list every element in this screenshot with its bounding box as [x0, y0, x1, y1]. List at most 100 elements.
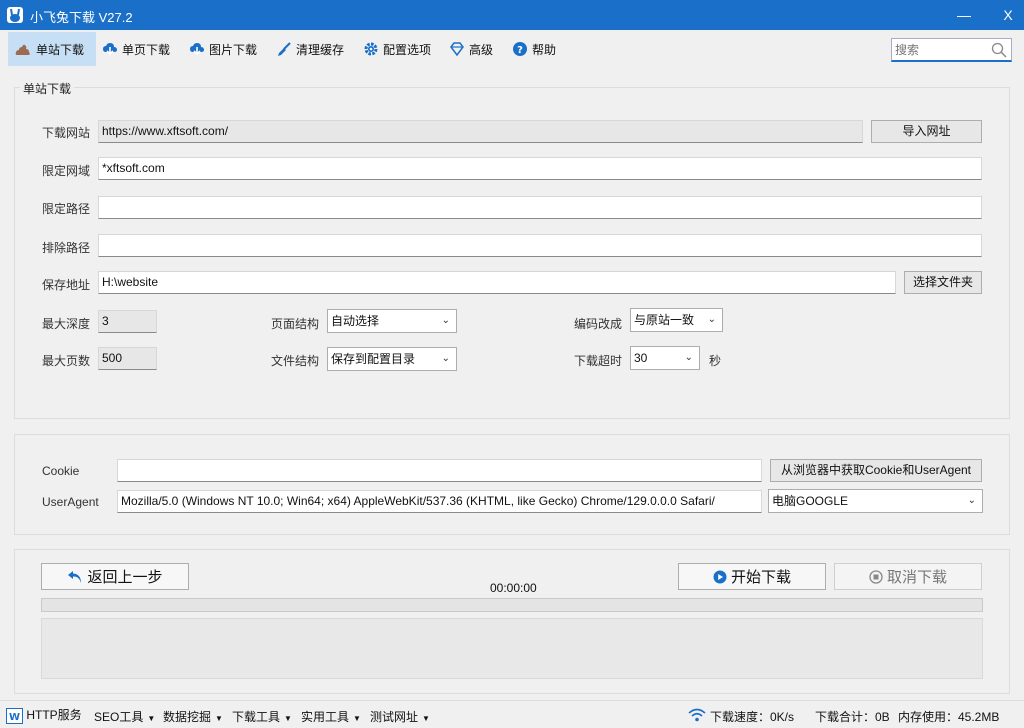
dropdown-arrow-icon: ▼: [147, 714, 156, 723]
exclude-field[interactable]: [98, 234, 982, 257]
save-path-field[interactable]: H:\website: [98, 271, 896, 294]
file-structure-select[interactable]: 保存到配置目录 ⌄: [327, 347, 457, 371]
cookie-field[interactable]: [117, 459, 762, 482]
group-title: 单站下载: [20, 80, 75, 97]
rabbit-logo-icon: [7, 7, 23, 23]
cookie-label: Cookie: [42, 464, 80, 478]
chevron-down-icon: ⌄: [707, 314, 716, 325]
tab-label: 图片下载: [209, 42, 258, 57]
close-button[interactable]: X: [988, 0, 1024, 30]
tab-config[interactable]: 配置选项: [357, 32, 437, 66]
timeout-select[interactable]: 30 ⌄: [630, 346, 700, 370]
dropdown-arrow-icon: ▼: [422, 714, 430, 723]
page-structure-label: 页面结构: [271, 317, 320, 331]
memory-usage: 内存使用：45.2MB: [898, 710, 1000, 724]
back-button-label: 返回上一步: [87, 569, 163, 586]
tab-label: 高级: [469, 42, 494, 57]
timeout-label: 下载超时: [574, 354, 623, 368]
tab-single-page[interactable]: 单页下载: [96, 32, 176, 66]
menu-utility-tools[interactable]: 实用工具 ▼: [301, 708, 361, 725]
useragent-select[interactable]: 电脑GOOGLE ⌄: [768, 489, 983, 513]
undo-arrow-icon: [68, 570, 82, 583]
menu-label: 测试网址: [370, 710, 419, 724]
search-input[interactable]: [895, 40, 987, 60]
start-download-button[interactable]: 开始下载: [678, 563, 826, 590]
chevron-down-icon: ⌄: [441, 315, 450, 326]
poop-site-icon: [15, 44, 30, 55]
select-value: 电脑GOOGLE: [772, 494, 849, 508]
menu-label: 实用工具: [301, 710, 350, 724]
depth-field[interactable]: 3: [98, 310, 157, 333]
menu-test-url[interactable]: 测试网址 ▼: [370, 708, 430, 725]
domain-label: 限定网域: [42, 164, 91, 178]
exclude-label: 排除路径: [42, 241, 91, 255]
web-service-icon: W: [6, 707, 23, 724]
play-circle-icon: [713, 570, 727, 583]
cancel-download-button[interactable]: 取消下载: [834, 563, 982, 590]
useragent-field[interactable]: Mozilla/5.0 (Windows NT 10.0; Win64; x64…: [117, 490, 762, 513]
tab-label: 单站下载: [36, 42, 85, 57]
domain-field[interactable]: *xftsoft.com: [98, 157, 982, 180]
download-progress-bar: [41, 598, 983, 612]
file-structure-label: 文件结构: [271, 354, 320, 368]
chevron-down-icon: ⌄: [967, 495, 976, 506]
import-url-button[interactable]: 导入网址: [871, 120, 982, 143]
tab-single-site[interactable]: 单站下载: [8, 32, 96, 66]
ua-label: UserAgent: [42, 495, 99, 509]
select-value: 30: [634, 351, 648, 365]
save-label: 保存地址: [42, 278, 91, 292]
help-icon: ?: [513, 42, 527, 56]
select-value: 保存到配置目录: [331, 352, 416, 366]
menu-label: 下载工具: [232, 710, 281, 724]
pages-field[interactable]: 500: [98, 347, 157, 370]
minimize-button[interactable]: —: [944, 0, 984, 30]
path-label: 限定路径: [42, 202, 91, 216]
window-title: 小飞兔下载 V27.2: [30, 10, 133, 25]
cancel-button-label: 取消下载: [886, 569, 947, 586]
tab-label: 帮助: [532, 42, 557, 57]
tab-label: 配置选项: [383, 42, 432, 57]
encoding-label: 编码改成: [574, 317, 623, 331]
url-field[interactable]: https://www.xftsoft.com/: [98, 120, 863, 143]
gear-icon: [364, 42, 378, 56]
title-bar: 小飞兔下载 V27.2 — X: [0, 0, 1024, 30]
search-icon[interactable]: [991, 42, 1007, 58]
http-service[interactable]: W HTTP服务: [6, 706, 82, 724]
http-service-label: HTTP服务: [26, 708, 82, 722]
chevron-down-icon: ⌄: [684, 352, 693, 363]
get-cookie-button[interactable]: 从浏览器中获取Cookie和UserAgent: [770, 459, 982, 482]
start-button-label: 开始下载: [730, 569, 791, 586]
select-value: 自动选择: [331, 314, 380, 328]
stop-circle-icon: [869, 569, 883, 584]
log-area[interactable]: [41, 618, 983, 679]
wifi-icon: [688, 708, 706, 722]
svg-text:?: ?: [517, 45, 523, 56]
toolbar: 单站下载 单页下载 图片下载 清理缓存 配置选项 高级 ? 帮助: [0, 30, 1024, 68]
timeout-unit: 秒: [709, 354, 722, 368]
menu-label: SEO工具: [94, 710, 144, 724]
back-button[interactable]: 返回上一步: [41, 563, 189, 590]
download-cloud-icon: [190, 43, 204, 56]
download-speed: 下载速度：0K/s: [710, 710, 795, 724]
download-total: 下载合计：0B: [815, 710, 890, 724]
tab-advanced[interactable]: 高级: [443, 32, 499, 66]
tab-help[interactable]: ? 帮助: [506, 32, 562, 66]
tab-clear-cache[interactable]: 清理缓存: [270, 32, 350, 66]
menu-seo-tools[interactable]: SEO工具 ▼: [94, 708, 155, 725]
path-field[interactable]: [98, 196, 982, 219]
choose-folder-button[interactable]: 选择文件夹: [904, 271, 982, 294]
headers-group: [14, 434, 1010, 535]
menu-download-tools[interactable]: 下载工具 ▼: [232, 708, 292, 725]
tab-image-download[interactable]: 图片下载: [183, 32, 263, 66]
page-structure-select[interactable]: 自动选择 ⌄: [327, 309, 457, 333]
select-value: 与原站一致: [634, 313, 695, 327]
depth-label: 最大深度: [42, 317, 91, 331]
pages-label: 最大页数: [42, 354, 91, 368]
elapsed-timer: 00:00:00: [490, 581, 537, 595]
chevron-down-icon: ⌄: [441, 353, 450, 364]
dropdown-arrow-icon: ▼: [353, 714, 361, 723]
encoding-select[interactable]: 与原站一致 ⌄: [630, 308, 723, 332]
menu-data-mining[interactable]: 数据挖掘 ▼: [163, 708, 223, 725]
menu-label: 数据挖掘: [163, 710, 212, 724]
dropdown-arrow-icon: ▼: [215, 714, 223, 723]
